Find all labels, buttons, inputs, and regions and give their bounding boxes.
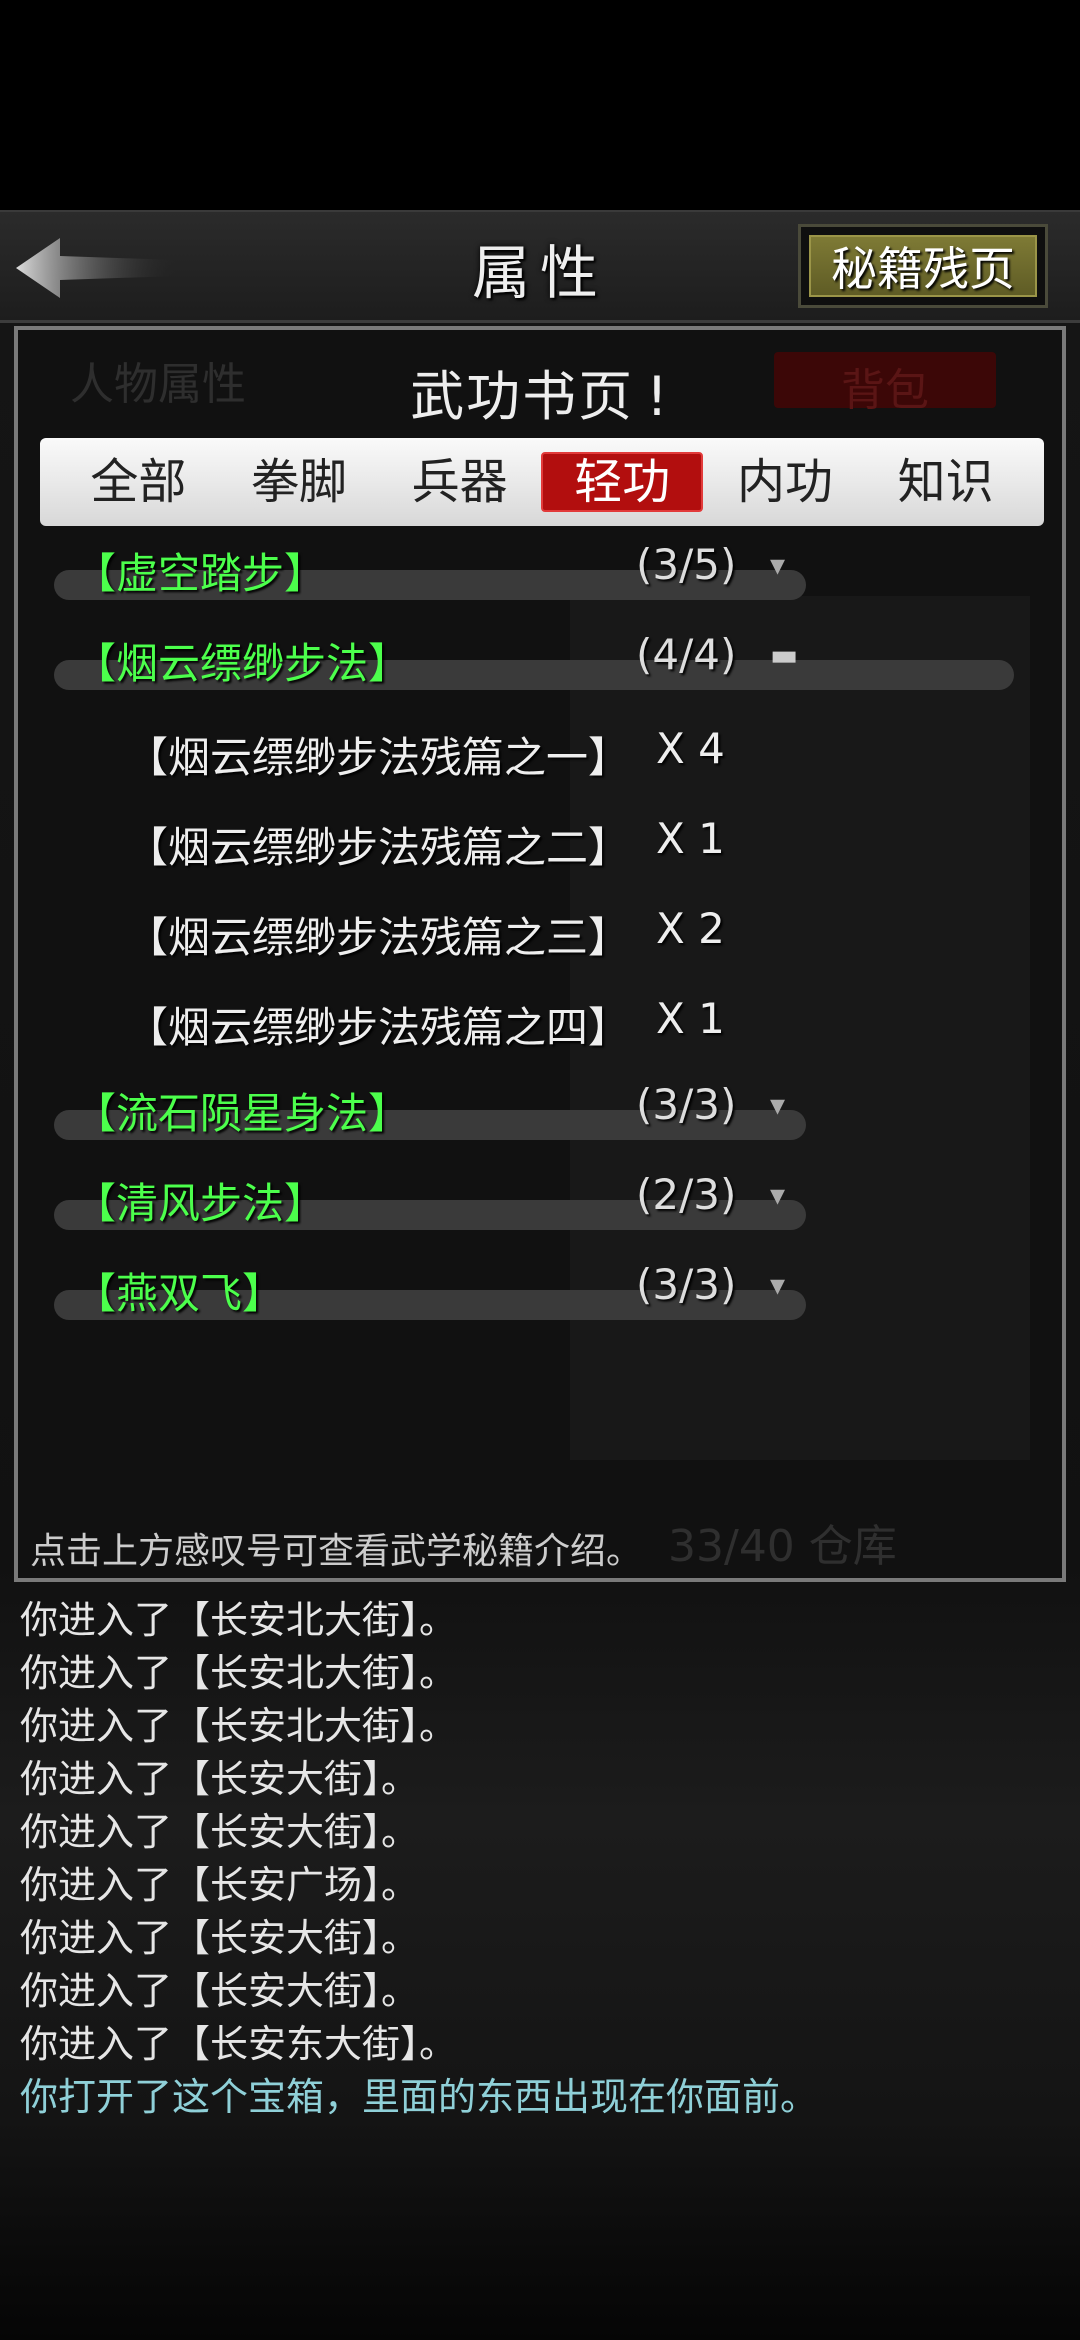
expand-chevron-icon[interactable]: ▾ <box>770 548 785 583</box>
expand-chevron-icon[interactable]: ▾ <box>770 1178 785 1213</box>
skill-pages-title-text: 武功书页 <box>410 365 635 428</box>
log-line: 你进入了【长安广场】。 <box>20 1863 420 1907</box>
expand-chevron-icon[interactable]: ▾ <box>770 1088 785 1123</box>
log-line: 你进入了【长安东大街】。 <box>20 2022 458 2066</box>
fragment-name: 【烟云缥缈步法残篇之三】 <box>126 913 631 962</box>
tab-internal[interactable]: 内功 <box>706 454 864 510</box>
header-bar: 属性 秘籍残页 <box>0 210 1080 323</box>
fragment-row: 【烟云缥缈步法残篇之三】 X 2 <box>126 890 926 980</box>
skill-row[interactable]: 【虚空踏步】 (3/5) ▾ <box>18 530 1062 620</box>
skill-count: (3/3) <box>636 1260 737 1309</box>
fragment-qty: X 4 <box>656 724 725 773</box>
log-line: 你进入了【长安北大街】。 <box>20 1598 458 1642</box>
skill-count: (3/5) <box>636 540 737 589</box>
skill-pages-title: 武功书页! <box>18 352 1062 431</box>
tab-fist[interactable]: 拳脚 <box>220 454 378 510</box>
skill-name[interactable]: 【燕双飞】 <box>74 1260 284 1321</box>
fragment-qty: X 1 <box>656 814 725 863</box>
message-log: 你进入了【长安北大街】。 你进入了【长安北大街】。 你进入了【长安北大街】。 你… <box>20 1594 1060 2124</box>
main-panel: 人物属性 背包 33/40 仓库 武功书页! 全部 拳脚 兵器 轻功 内功 知识… <box>14 326 1066 1582</box>
skill-name[interactable]: 【清风步法】 <box>74 1170 326 1231</box>
info-exclamation-icon[interactable]: ! <box>646 365 670 428</box>
log-line: 你进入了【长安大街】。 <box>20 1757 420 1801</box>
top-blank-area <box>0 0 1080 210</box>
skill-count: (2/3) <box>636 1170 737 1219</box>
skill-name[interactable]: 【虚空踏步】 <box>74 540 326 601</box>
tab-weapon[interactable]: 兵器 <box>381 454 539 510</box>
log-line: 你进入了【长安北大街】。 <box>20 1704 458 1748</box>
skill-row[interactable]: 【流石陨星身法】 (3/3) ▾ <box>18 1070 1062 1160</box>
skill-name[interactable]: 【烟云缥缈步法】 <box>74 630 410 691</box>
fragment-name: 【烟云缥缈步法残篇之一】 <box>126 733 631 782</box>
skill-row[interactable]: 【燕双飞】 (3/3) ▾ <box>18 1250 1062 1340</box>
secret-fragments-label: 秘籍残页 <box>809 235 1037 297</box>
category-tabbar: 全部 拳脚 兵器 轻功 内功 知识 <box>40 438 1044 526</box>
secret-fragments-button[interactable]: 秘籍残页 <box>798 224 1048 308</box>
skill-count: (4/4) <box>636 630 737 679</box>
skill-count: (3/3) <box>636 1080 737 1129</box>
log-line-latest: 你打开了这个宝箱，里面的东西出现在你面前。 <box>20 2075 819 2119</box>
log-line: 你进入了【长安北大街】。 <box>20 1651 458 1695</box>
bg-storage-footer: 33/40 仓库 <box>668 1521 897 1572</box>
log-line: 你进入了【长安大街】。 <box>20 1969 420 2013</box>
hint-text: 点击上方感叹号可查看武学秘籍介绍。 <box>30 1531 643 1572</box>
fragment-qty: X 1 <box>656 994 725 1043</box>
log-line: 你进入了【长安大街】。 <box>20 1916 420 1960</box>
collapse-icon[interactable]: ▬ <box>770 638 798 673</box>
fragment-row: 【烟云缥缈步法残篇之二】 X 1 <box>126 800 926 890</box>
fragment-qty: X 2 <box>656 904 725 953</box>
fragment-name: 【烟云缥缈步法残篇之二】 <box>126 823 631 872</box>
tab-lightness[interactable]: 轻功 <box>541 452 704 512</box>
fragment-row: 【烟云缥缈步法残篇之一】 X 4 <box>126 710 926 800</box>
fragment-name: 【烟云缥缈步法残篇之四】 <box>126 1003 631 1052</box>
skill-name[interactable]: 【流石陨星身法】 <box>74 1080 410 1141</box>
expand-chevron-icon[interactable]: ▾ <box>770 1268 785 1303</box>
skill-row[interactable]: 【清风步法】 (2/3) ▾ <box>18 1160 1062 1250</box>
tab-all[interactable]: 全部 <box>59 454 217 510</box>
fragment-row: 【烟云缥缈步法残篇之四】 X 1 <box>126 980 926 1070</box>
skill-row[interactable]: 【烟云缥缈步法】 (4/4) ▬ <box>18 620 1062 710</box>
tab-knowledge[interactable]: 知识 <box>867 454 1025 510</box>
log-line: 你进入了【长安大街】。 <box>20 1810 420 1854</box>
